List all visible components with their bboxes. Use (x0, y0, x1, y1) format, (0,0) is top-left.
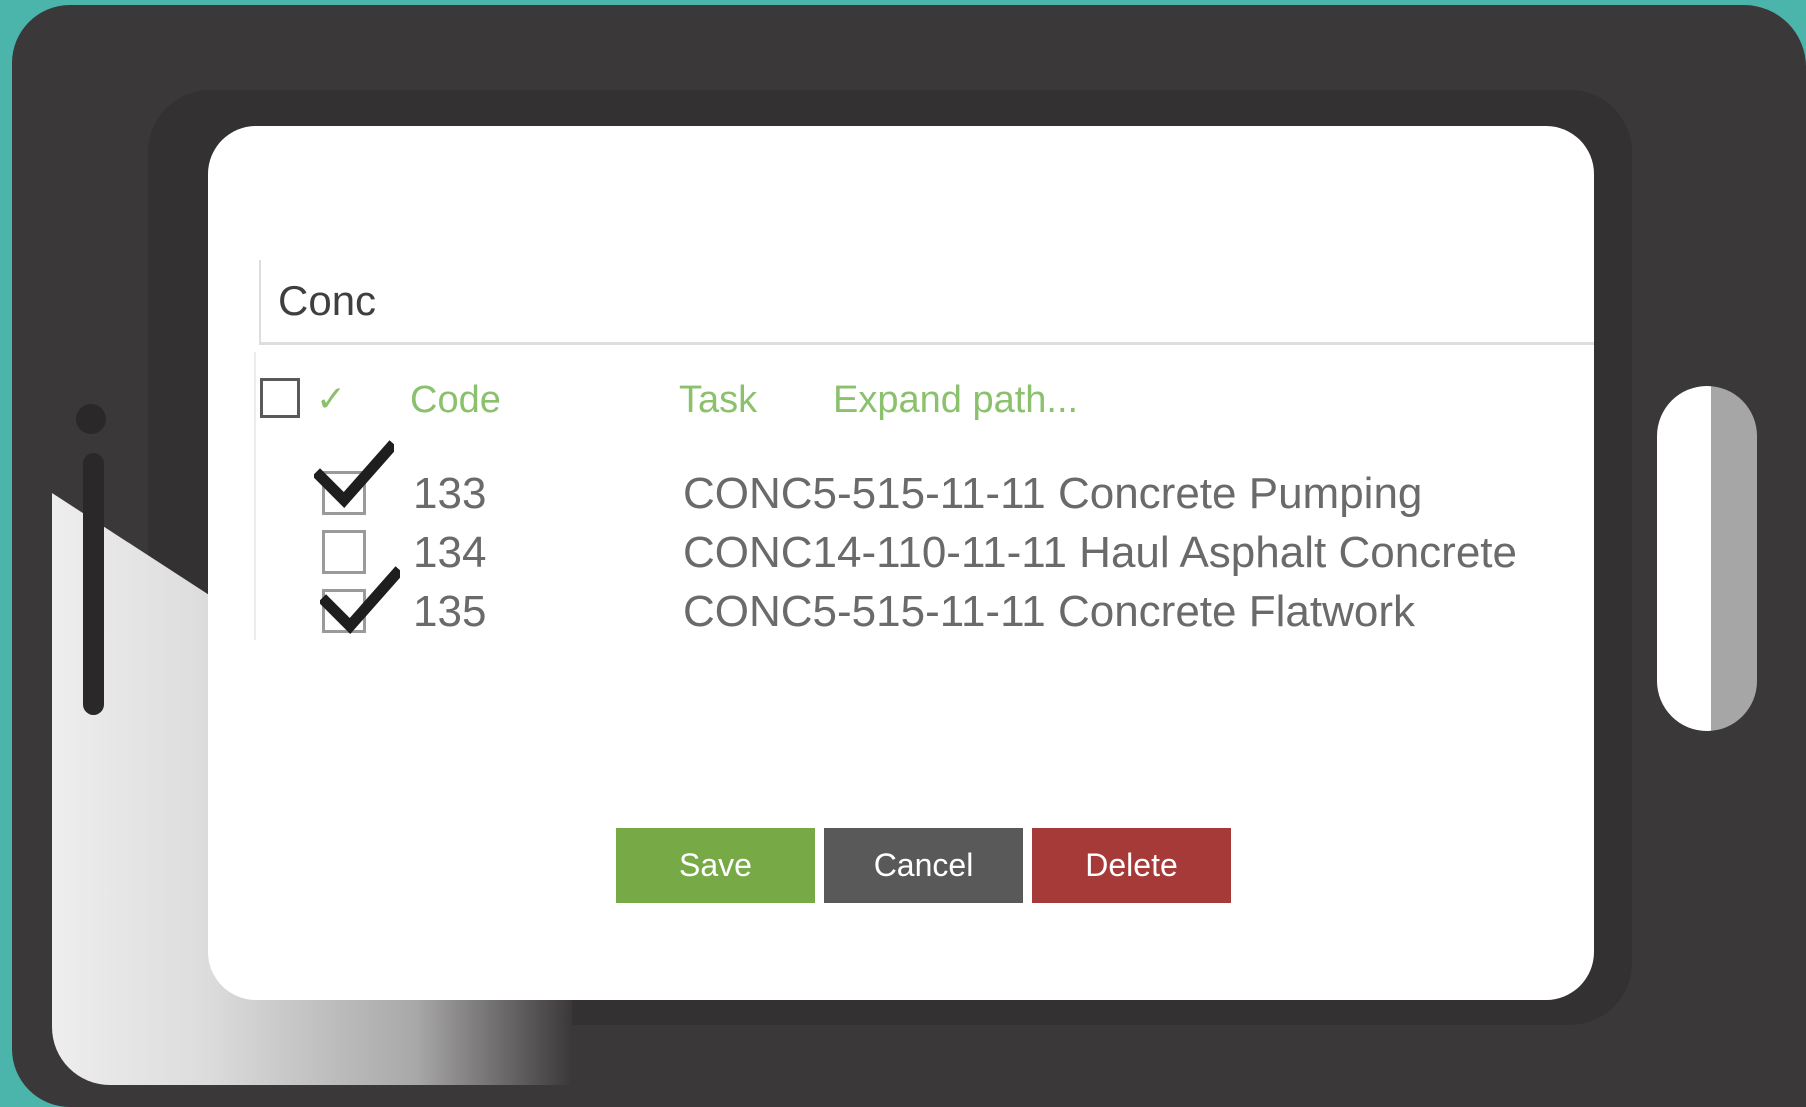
list-item[interactable]: 134 CONC14-110-11-11 Haul Asphalt Concre… (208, 525, 1594, 581)
checkmark-icon (314, 440, 394, 508)
expand-path-link[interactable]: Expand path... (833, 378, 1078, 422)
row-task: CONC5-515-11-11 Concrete Flatwork (683, 587, 1415, 636)
column-header-code[interactable]: Code (410, 378, 501, 422)
row-task: CONC14-110-11-11 Haul Asphalt Concrete (683, 528, 1517, 577)
tablet-device: ✓ Code Task Expand path... 133 CONC5-515… (12, 5, 1806, 1107)
row-task: CONC5-515-11-11 Concrete Pumping (683, 469, 1423, 518)
cancel-button[interactable]: Cancel (824, 828, 1023, 903)
search-field[interactable] (259, 260, 1594, 345)
home-button[interactable] (1657, 386, 1757, 731)
row-code: 135 (413, 587, 487, 636)
side-speaker (83, 453, 104, 715)
list-item[interactable]: 135 CONC5-515-11-11 Concrete Flatwork (208, 566, 1594, 640)
save-button[interactable]: Save (616, 828, 815, 903)
camera-icon (76, 404, 106, 434)
row-code: 133 (413, 469, 487, 518)
column-header-task[interactable]: Task (679, 378, 757, 422)
select-all-checkbox[interactable] (260, 378, 300, 418)
check-icon: ✓ (316, 379, 347, 420)
checkmark-icon (320, 566, 400, 634)
delete-button[interactable]: Delete (1032, 828, 1231, 903)
search-input[interactable] (276, 270, 1280, 332)
list-item[interactable]: 133 CONC5-515-11-11 Concrete Pumping (208, 440, 1594, 522)
row-code: 134 (413, 528, 487, 577)
app-screen: ✓ Code Task Expand path... 133 CONC5-515… (208, 126, 1594, 1000)
